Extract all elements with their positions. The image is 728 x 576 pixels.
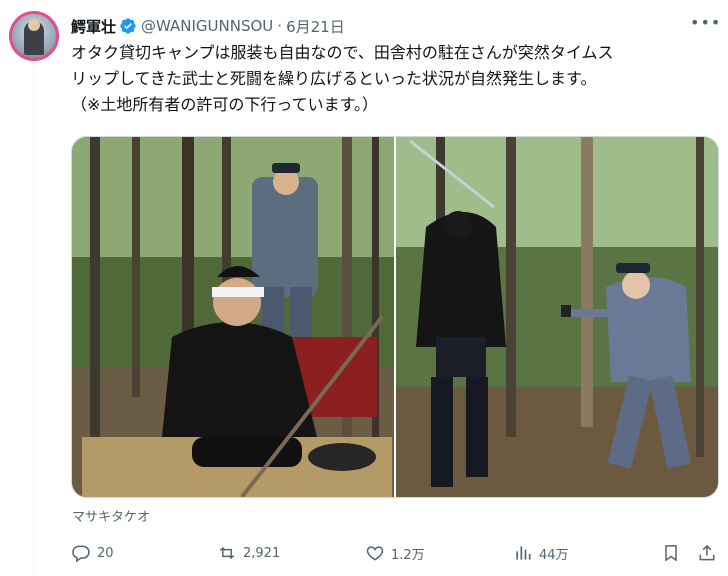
tweet-date[interactable]: 6月21日 (286, 16, 345, 37)
view-count: 44万 (539, 547, 569, 563)
photo-samurai-sitting[interactable] (72, 137, 394, 497)
tweet-text: オタク貸切キャンプは服装も自由なので、田舎村の駐在さんが突然タイムス リップして… (71, 40, 723, 118)
media-grid (71, 136, 719, 498)
like-icon (366, 546, 384, 561)
photo-samurai-vs-police[interactable] (396, 137, 718, 497)
separator-dot: · (277, 17, 283, 35)
bookmark-button[interactable] (661, 538, 681, 568)
share-icon (699, 544, 715, 561)
thread-line (33, 0, 34, 576)
retweet-icon (219, 546, 235, 560)
tweet-header: 鰐軍壮 @WANIGUNNSOU · 6月21日 (71, 14, 345, 38)
views-icon (516, 546, 531, 560)
retweet-count: 2,921 (243, 545, 281, 561)
action-bar: 20 2,921 1.2万 44万 (71, 538, 721, 568)
reply-button[interactable]: 20 (71, 538, 114, 568)
avatar-ring (9, 11, 59, 61)
tweet-text-line: （※土地所有者の許可の下行っています。） (71, 95, 379, 114)
photo-credit[interactable]: マサキタケオ (72, 506, 150, 525)
views-button[interactable]: 44万 (513, 538, 569, 568)
more-options-icon[interactable]: ••• (690, 14, 720, 34)
tweet-text-line: オタク貸切キャンプは服装も自由なので、田舎村の駐在さんが突然タイムス (71, 43, 614, 62)
reply-icon (72, 545, 90, 563)
like-count: 1.2万 (391, 547, 425, 563)
tweet-text-line: リップしてきた武士と死闘を繰り広げるといった状況が自然発生します。 (71, 69, 597, 88)
verified-badge-icon (120, 18, 136, 34)
author-handle[interactable]: @WANIGUNNSOU (141, 17, 273, 35)
author-display-name[interactable]: 鰐軍壮 (71, 16, 116, 37)
retweet-button[interactable]: 2,921 (217, 538, 280, 568)
bookmark-icon (665, 545, 677, 562)
reply-count: 20 (97, 545, 114, 561)
share-button[interactable] (697, 538, 717, 568)
avatar[interactable] (9, 11, 59, 61)
like-button[interactable]: 1.2万 (365, 538, 425, 568)
